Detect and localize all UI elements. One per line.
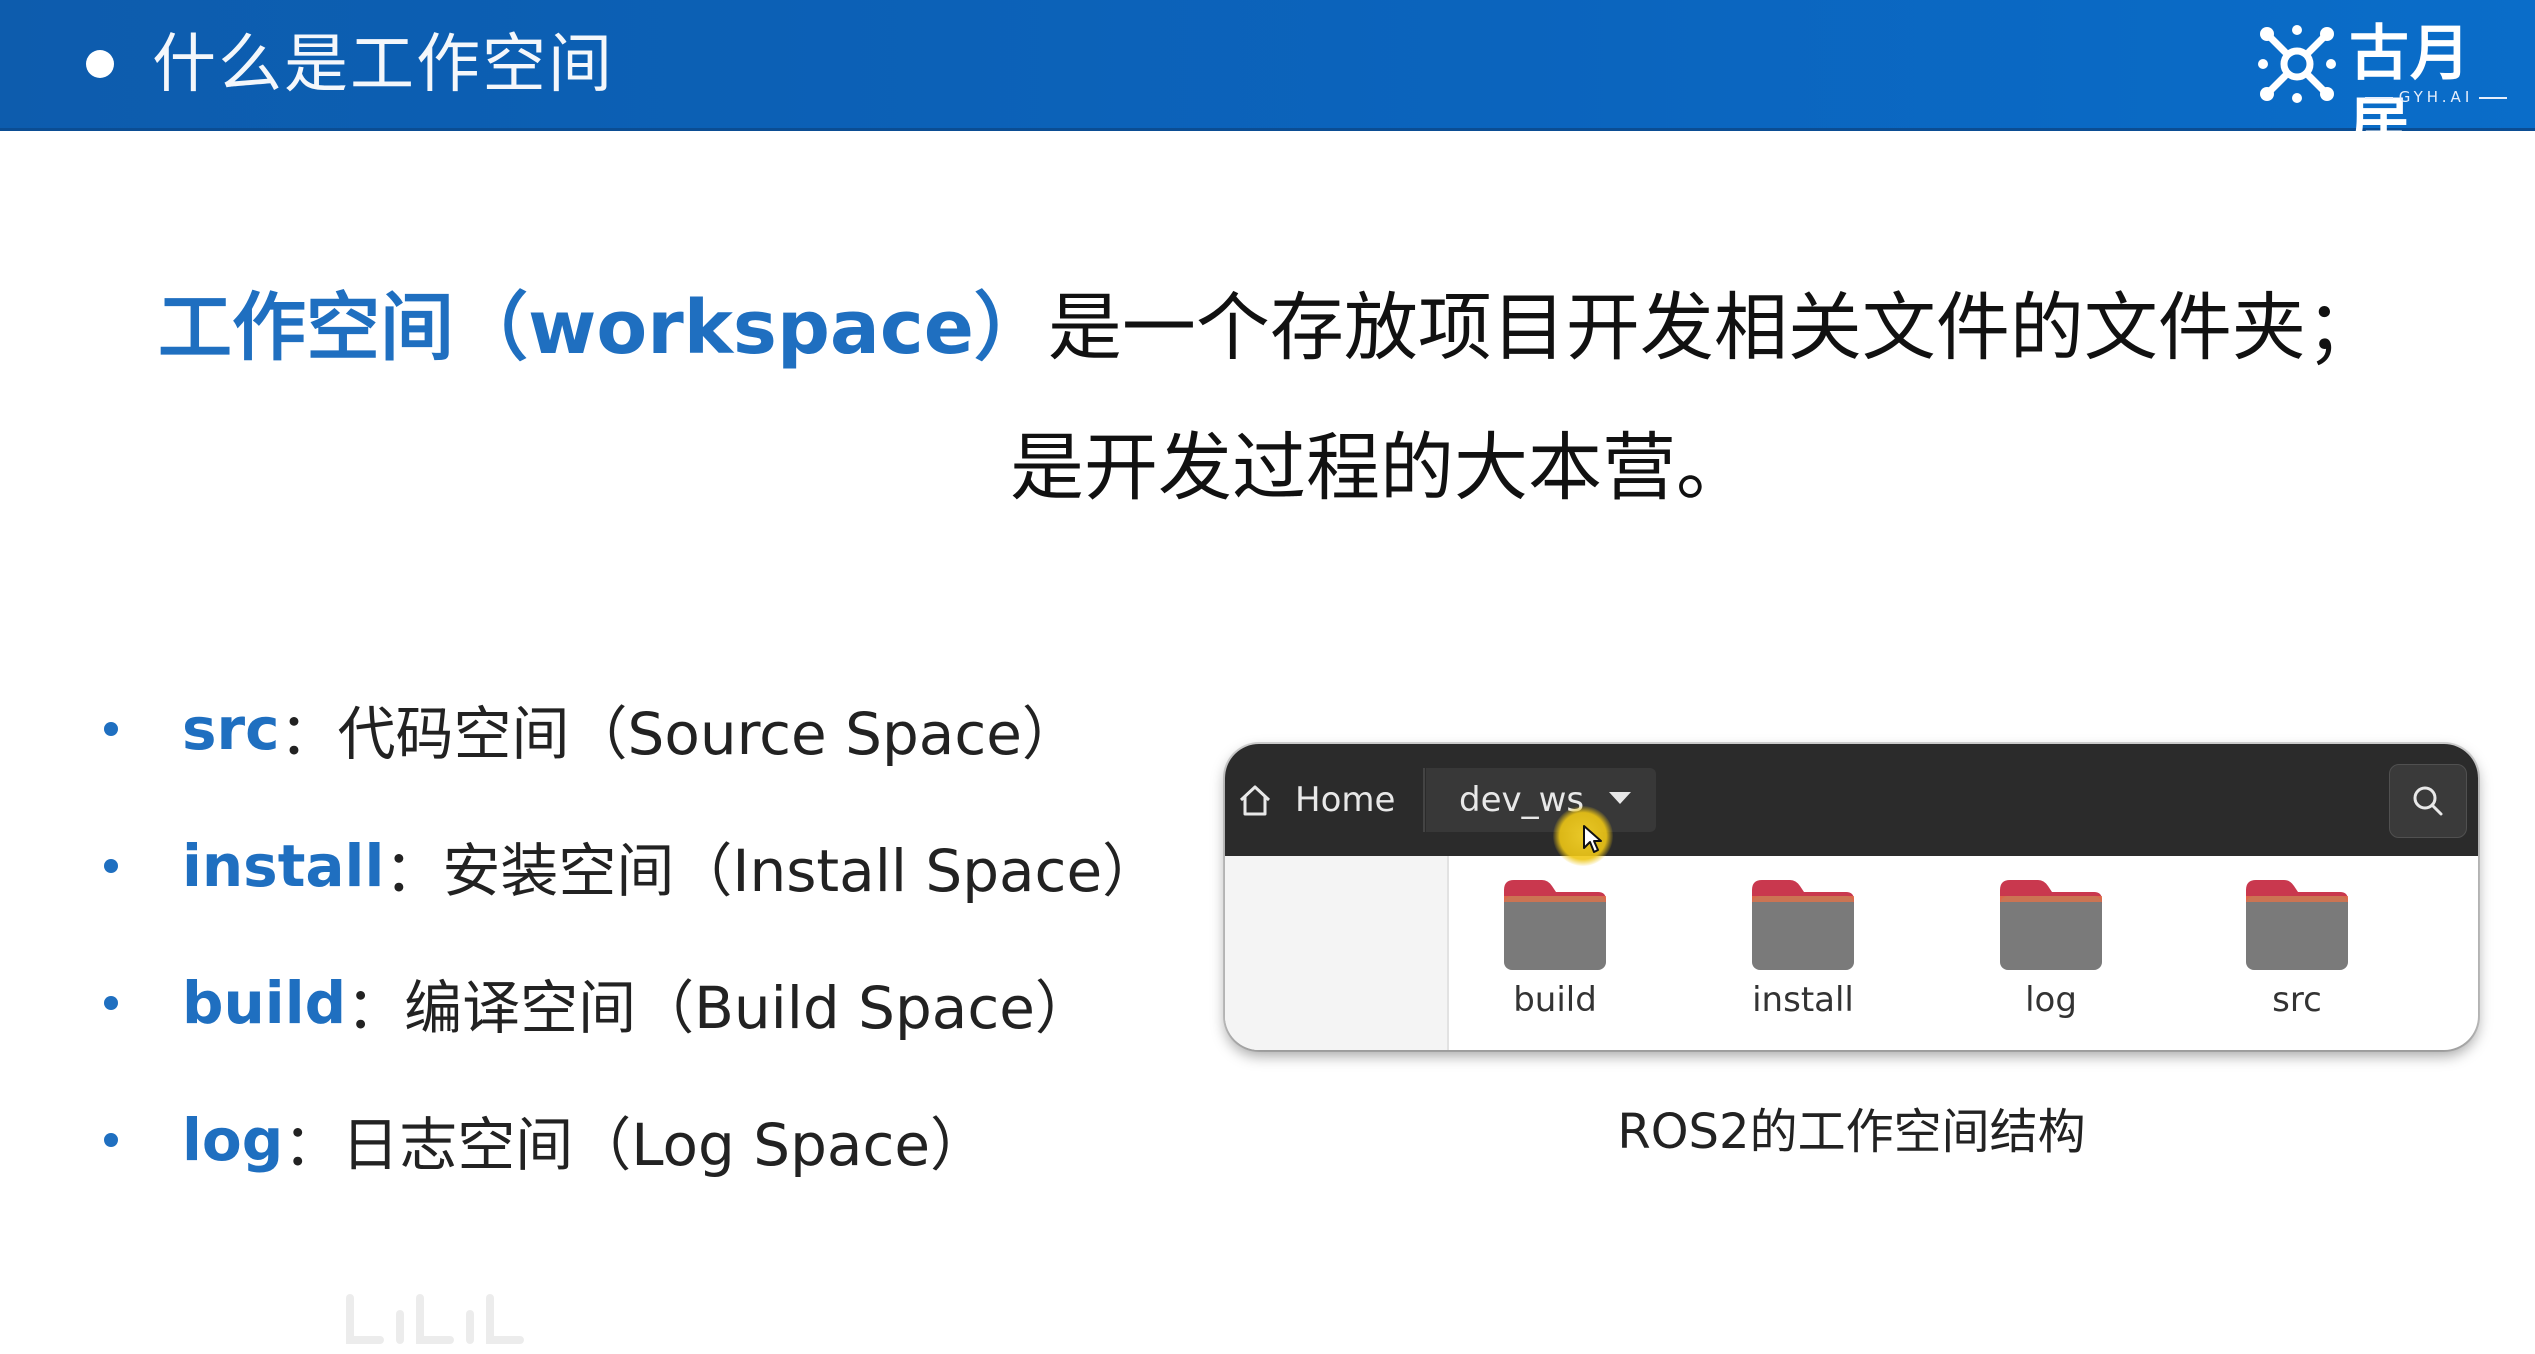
- folder-label: install: [1752, 980, 1854, 1020]
- list-item-log: log：日志空间（Log Space）: [100, 1071, 1160, 1208]
- list-item-sep: ：: [346, 973, 405, 1042]
- folder-item-log[interactable]: log: [1966, 876, 2136, 1020]
- list-item-text: 安装空间（Install Space）: [442, 836, 1161, 905]
- logo-mark-icon: [2258, 25, 2336, 103]
- folder-item-build[interactable]: build: [1470, 876, 1640, 1020]
- definition-line-2: 是开发过程的大本营。: [1010, 425, 1750, 511]
- search-button[interactable]: [2389, 764, 2467, 838]
- list-item-text: 代码空间（Source Space）: [337, 699, 1080, 768]
- search-icon: [2413, 786, 2443, 816]
- definition-line-1: 工作空间（workspace）是一个存放项目开发相关文件的文件夹；: [158, 278, 2380, 378]
- logo-subtext-label: GYH.AI: [2398, 88, 2474, 106]
- folder-icon: [2246, 880, 2348, 970]
- folder-icon: [1504, 880, 1606, 970]
- folder-item-install[interactable]: install: [1718, 876, 1888, 1020]
- folder-icon: [1752, 880, 1854, 970]
- bullet-dot: [104, 721, 118, 736]
- space-list: src：代码空间（Source Space） install：安装空间（Inst…: [100, 660, 1160, 1208]
- file-manager-toolbar: Home dev_ws: [1225, 744, 2478, 856]
- definition-term: 工作空间（workspace）: [158, 285, 1048, 371]
- folder-label: log: [2025, 980, 2077, 1020]
- definition-text: 是一个存放项目开发相关文件的文件夹；: [1047, 285, 2380, 371]
- list-item-sep: ：: [283, 1110, 342, 1179]
- file-manager-window: Home dev_ws build install log src: [1225, 744, 2478, 1050]
- home-icon[interactable]: [1235, 780, 1275, 820]
- list-item-key: install: [182, 831, 385, 900]
- list-item-sep: ：: [384, 836, 443, 905]
- folder-label: build: [1513, 980, 1597, 1020]
- header-bullet: [86, 50, 114, 78]
- logo-subtext: GYH.AI: [2351, 88, 2521, 106]
- list-item-text: 编译空间（Build Space）: [404, 973, 1093, 1042]
- list-item-key: log: [182, 1105, 284, 1174]
- bullet-dot: [104, 995, 118, 1010]
- list-item-key: build: [182, 968, 347, 1037]
- folder-item-src[interactable]: src: [2212, 876, 2382, 1020]
- brand-logo: 古月居 GYH.AI: [2255, 18, 2525, 161]
- list-item-build: build：编译空间（Build Space）: [100, 934, 1160, 1071]
- figure-caption: ROS2的工作空间结构: [1617, 1104, 2086, 1160]
- video-watermark-icon: [346, 1294, 524, 1344]
- file-grid: build install log src: [1447, 856, 2478, 1050]
- chevron-down-icon[interactable]: [1609, 792, 1631, 804]
- list-item-key: src: [182, 694, 280, 763]
- slide-header: 什么是工作空间 古月居 GYH.AI: [0, 0, 2535, 161]
- bullet-dot: [104, 858, 118, 873]
- list-item-src: src：代码空间（Source Space）: [100, 660, 1160, 797]
- folder-label: src: [2272, 980, 2322, 1020]
- mouse-cursor-icon: [1583, 825, 1602, 853]
- list-item-install: install：安装空间（Install Space）: [100, 797, 1160, 934]
- list-item-text: 日志空间（Log Space）: [341, 1110, 989, 1179]
- breadcrumb-home[interactable]: Home: [1295, 772, 1395, 828]
- list-item-sep: ：: [279, 699, 338, 768]
- folder-icon: [2000, 880, 2102, 970]
- breadcrumb-divider: [1423, 768, 1425, 832]
- file-manager-sidebar: [1225, 856, 1449, 1050]
- bullet-dot: [104, 1132, 118, 1147]
- slide-title: 什么是工作空间: [152, 28, 614, 102]
